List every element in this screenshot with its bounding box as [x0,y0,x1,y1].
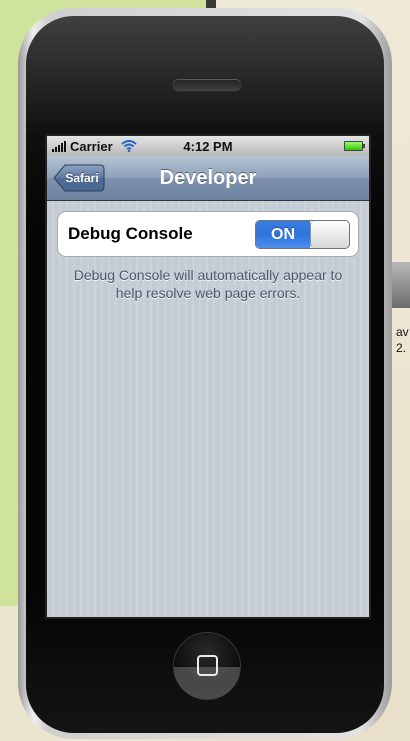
debug-console-description: Debug Console will automatically appear … [73,267,343,301]
battery-icon [344,141,365,151]
earpiece-speaker [173,79,241,90]
page-title: Developer [159,167,257,189]
navigation-bar: Safari Developer [47,156,369,201]
settings-content: Debug Console ON Debug Console will auto… [47,201,369,617]
toggle-on-label: ON [256,221,310,248]
home-button[interactable] [174,633,240,699]
back-button-label: Safari [65,171,99,185]
debug-console-toggle[interactable]: ON [255,220,350,249]
desktop-document-label: av 2. [396,325,409,355]
debug-console-label: Debug Console [68,224,193,243]
back-button[interactable]: Safari [53,164,105,192]
status-bar: Carrier 4:12 PM [47,136,369,156]
status-time: 4:12 PM [183,138,233,154]
iphone-gloss [26,16,384,136]
debug-console-row: Debug Console ON [57,211,359,257]
home-square-icon [197,655,218,676]
toggle-knob[interactable] [310,221,349,248]
phone-screen: Carrier 4:12 PM Safari Developer Debug C… [45,134,371,619]
